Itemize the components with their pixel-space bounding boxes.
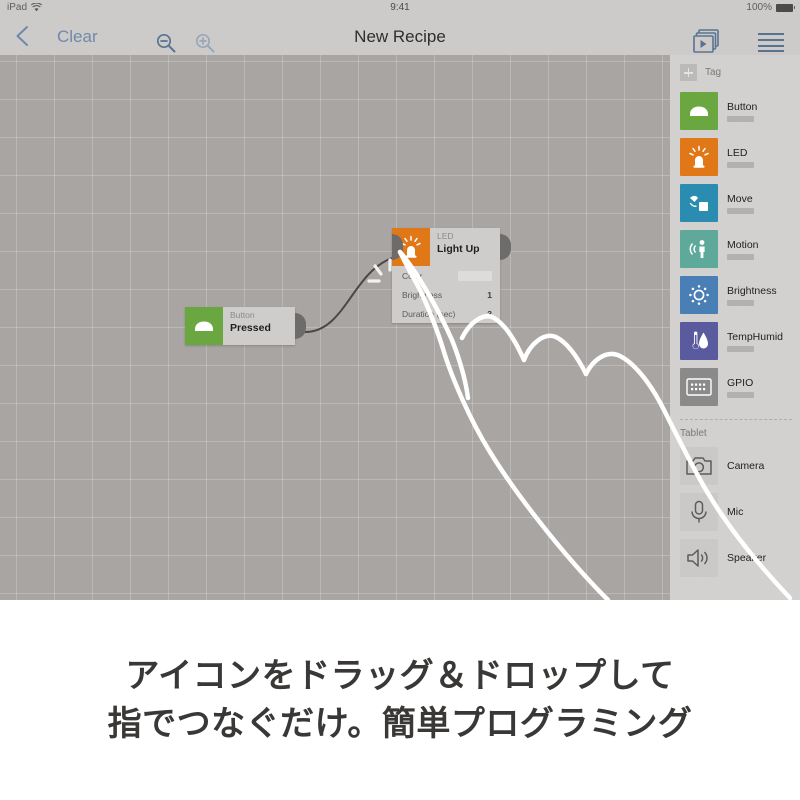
palette-item-mic[interactable]: Mic — [670, 489, 800, 535]
palette-item-subbar — [727, 207, 754, 214]
camera-glyph-icon — [686, 457, 712, 475]
palette-item-label: GPIO — [727, 376, 754, 389]
palette-item-button[interactable]: Button — [670, 88, 800, 134]
palette-item-text: Motion — [727, 239, 759, 260]
palette-item-motion[interactable]: Motion — [670, 226, 800, 272]
battery-percent: 100% — [746, 2, 772, 13]
status-bar: iPad 9:41 100% — [0, 0, 800, 16]
palette-item-temphumid[interactable]: TempHumid — [670, 318, 800, 364]
palette-item-text: Mic — [727, 506, 743, 518]
tag-section-label: Tag — [705, 67, 722, 78]
caption-line-2: 指でつなぐだけ。簡単プログラミング — [107, 704, 693, 744]
button-glyph-icon — [690, 106, 708, 116]
motion-icon — [680, 230, 718, 268]
tag-section-header: Tag — [670, 55, 800, 88]
palette-item-label: Mic — [727, 506, 744, 518]
palette-item-subbar — [727, 391, 754, 398]
palette-item-label: Button — [727, 100, 758, 113]
palette-item-subbar — [727, 161, 754, 168]
plus-square-icon[interactable] — [680, 64, 697, 81]
mic-icon — [680, 493, 718, 531]
node-text-column: Button Pressed — [223, 307, 295, 345]
palette-item-label: Move — [727, 192, 753, 205]
node-text-column: LED Light Up — [430, 228, 500, 266]
node-name-label: Light Up — [437, 243, 480, 255]
param-label: Brightness — [402, 289, 443, 300]
palette-item-speaker[interactable]: Speaker — [670, 535, 800, 581]
param-label: Duration (sec) — [402, 308, 456, 319]
palette-item-gpio[interactable]: GPIO — [670, 364, 800, 410]
param-row-color[interactable]: Color — [392, 266, 500, 285]
brightness-icon — [680, 276, 718, 314]
palette-item-brightness[interactable]: Brightness — [670, 272, 800, 318]
palette-item-text: LED — [727, 147, 754, 168]
palette-item-text: Button — [727, 101, 757, 122]
param-row-duration[interactable]: Duration (sec) 3 — [392, 304, 500, 323]
palette-item-label: TempHumid — [727, 330, 784, 343]
button-icon — [680, 92, 718, 130]
node-header: LED Light Up — [392, 228, 500, 266]
node-name-label: Pressed — [230, 322, 271, 334]
tablet-section-label: Tablet — [680, 428, 707, 439]
app-screenshot: iPad 9:41 100% Clear New Recipe Button P… — [0, 0, 800, 600]
button-glyph-icon — [195, 321, 213, 331]
palette-item-camera[interactable]: Camera — [670, 443, 800, 489]
menu-button[interactable] — [756, 31, 786, 58]
caption-line-1: アイコンをドラッグ＆ドロップして — [125, 655, 675, 696]
move-icon — [680, 184, 718, 222]
node-header: Button Pressed — [185, 307, 295, 345]
status-bar-right: 100% — [746, 2, 795, 13]
palette-item-subbar — [727, 345, 754, 352]
color-swatch[interactable] — [458, 270, 492, 281]
palette-item-subbar — [727, 253, 754, 260]
button-icon — [185, 307, 223, 345]
move-glyph-icon — [689, 195, 708, 211]
temphumid-glyph-icon — [692, 331, 708, 350]
page-title: New Recipe — [354, 27, 446, 46]
nav-bar: Clear New Recipe — [0, 16, 800, 55]
palette-item-subbar — [727, 115, 754, 122]
palette-item-move[interactable]: Move — [670, 180, 800, 226]
node-kind-label: LED — [437, 231, 454, 241]
hamburger-menu-icon — [758, 33, 784, 52]
palette-item-text: TempHumid — [727, 331, 783, 352]
temphumid-icon — [680, 322, 718, 360]
palette-item-subbar — [727, 299, 754, 306]
palette-item-label: Camera — [727, 460, 765, 472]
param-label: Color — [402, 270, 423, 281]
battery-icon — [776, 3, 795, 12]
palette-item-label: LED — [727, 146, 748, 159]
speaker-icon — [680, 539, 718, 577]
status-bar-clock: 9:41 — [390, 2, 410, 13]
palette-item-text: Camera — [727, 460, 764, 472]
node-button[interactable]: Button Pressed — [185, 307, 306, 345]
param-row-brightness[interactable]: Brightness 1 — [392, 285, 500, 304]
camera-icon — [680, 447, 718, 485]
led-icon — [680, 138, 718, 176]
palette-item-label: Motion — [727, 238, 759, 251]
speaker-glyph-icon — [687, 549, 708, 567]
tag-palette-panel[interactable]: Tag Button LED Move Motion Brightness Te… — [670, 55, 800, 600]
gpio-glyph-icon — [686, 378, 712, 396]
palette-item-label: Brightness — [727, 284, 777, 297]
node-led[interactable]: LED Light Up Color Brightness 1 Duration… — [392, 228, 511, 323]
palette-item-label: Speaker — [727, 552, 767, 564]
param-value: 1 — [487, 289, 492, 300]
brightness-glyph-icon — [689, 285, 709, 305]
param-value: 3 — [487, 308, 492, 319]
play-pages-icon — [693, 29, 719, 53]
palette-item-text: Brightness — [727, 285, 777, 306]
palette-item-text: GPIO — [727, 377, 754, 398]
led-glyph-icon — [689, 145, 709, 168]
gpio-icon — [680, 368, 718, 406]
palette-item-led[interactable]: LED — [670, 134, 800, 180]
caption-area: アイコンをドラッグ＆ドロップして 指でつなぐだけ。簡単プログラミング — [0, 600, 800, 800]
motion-glyph-icon — [689, 240, 705, 258]
node-kind-label: Button — [230, 310, 255, 320]
palette-item-text: Move — [727, 193, 754, 214]
palette-item-text: Speaker — [727, 552, 766, 564]
mic-glyph-icon — [691, 500, 707, 523]
